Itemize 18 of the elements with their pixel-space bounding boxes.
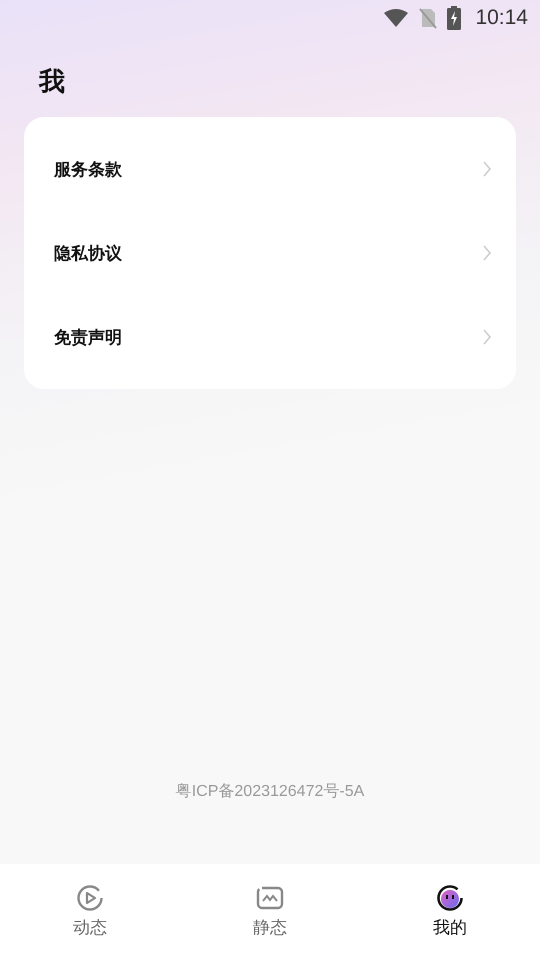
- nav-tab[interactable]: 静态: [180, 864, 360, 960]
- chevron-right-icon: [482, 328, 492, 346]
- status-time: 10:14: [475, 6, 528, 30]
- image-icon: [256, 884, 284, 912]
- wifi-icon: [383, 8, 410, 28]
- nav-tab[interactable]: 我的: [360, 864, 540, 960]
- chevron-right-icon: [482, 244, 492, 262]
- face-icon: [436, 884, 464, 912]
- menu-item[interactable]: 服务条款: [24, 127, 516, 211]
- battery-icon: [447, 6, 462, 30]
- icp-text: 粤ICP备2023126472号-5A: [176, 782, 364, 802]
- chevron-right-icon: [482, 160, 492, 178]
- page-title: 我: [38, 66, 66, 99]
- menu-item[interactable]: 免责声明: [24, 295, 516, 379]
- no-sim-icon: [419, 7, 438, 29]
- nav-tab[interactable]: 动态: [0, 864, 180, 960]
- play-icon: [76, 884, 104, 912]
- menu-item[interactable]: 隐私协议: [24, 211, 516, 295]
